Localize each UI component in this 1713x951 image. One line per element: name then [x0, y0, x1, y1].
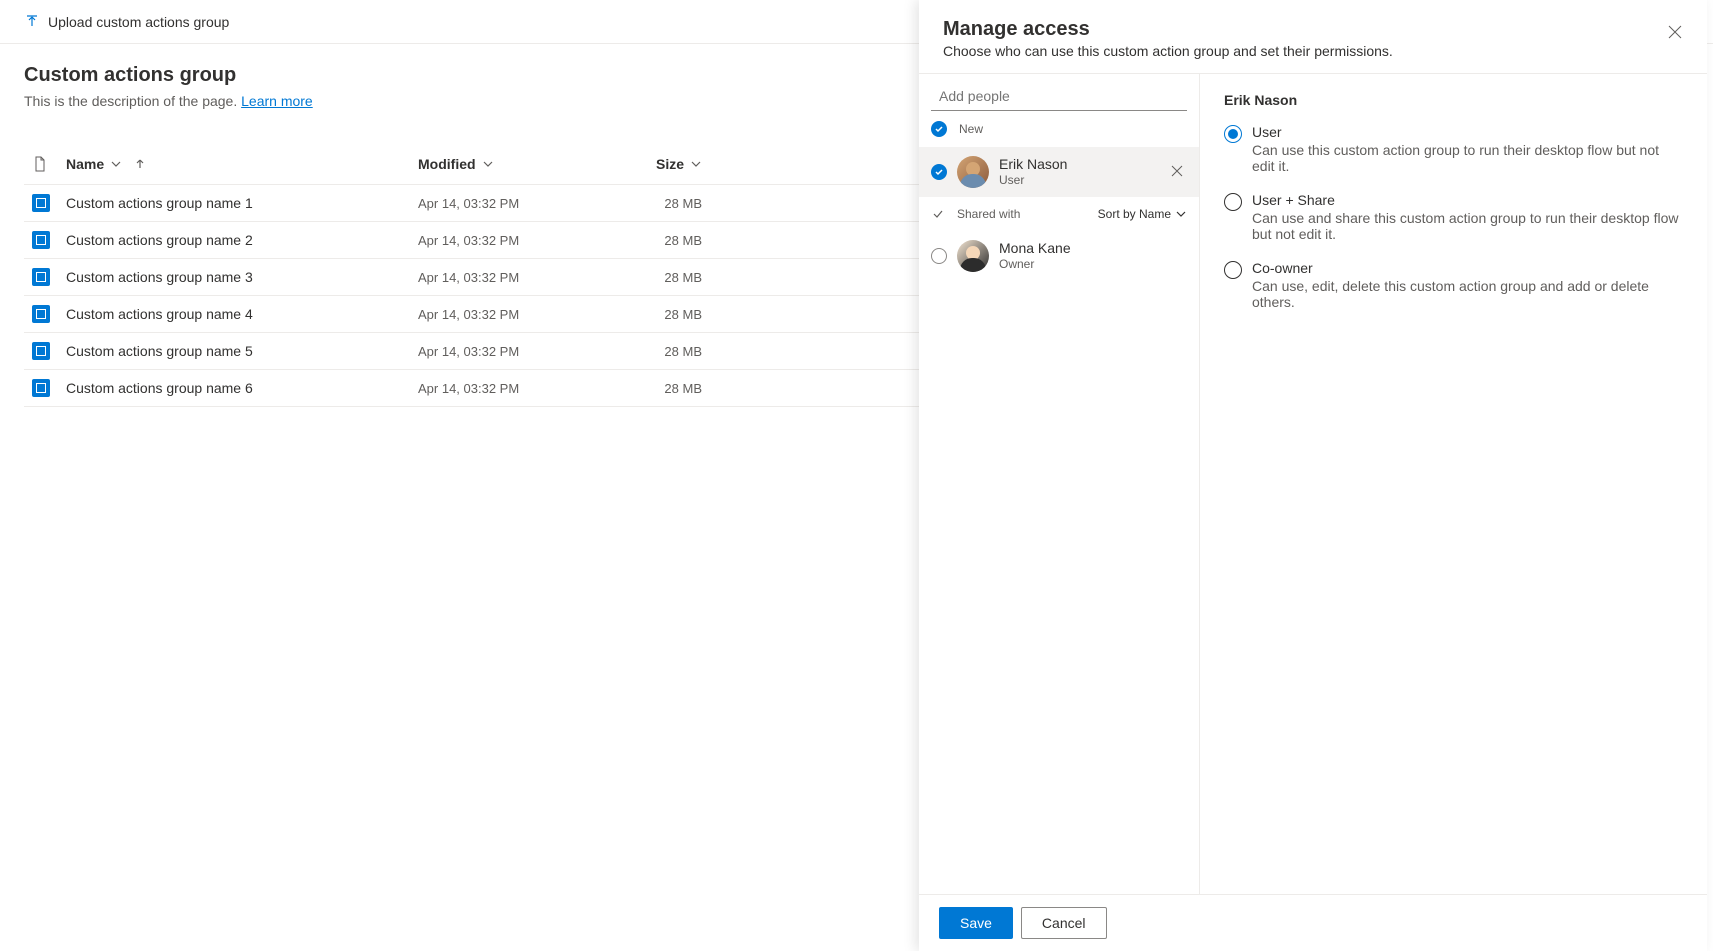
person-role: Owner: [999, 257, 1187, 273]
new-people-list: Erik NasonUser: [919, 147, 1199, 197]
page-description-text: This is the description of the page.: [24, 93, 241, 109]
permission-label: User + Share: [1252, 192, 1683, 208]
panel-subtitle: Choose who can use this custom action gr…: [943, 43, 1683, 59]
row-size: 28 MB: [622, 381, 702, 396]
row-modified: Apr 14, 03:32 PM: [418, 233, 622, 248]
row-icon-cell: [24, 268, 66, 286]
sort-by-button[interactable]: Sort by Name: [1098, 207, 1187, 221]
row-name: Custom actions group name 4: [66, 306, 418, 322]
row-size: 28 MB: [622, 307, 702, 322]
row-icon-cell: [24, 194, 66, 212]
people-column: New Erik NasonUser Shared with Sort by N…: [919, 74, 1200, 894]
close-icon: [1171, 165, 1183, 177]
person-name: Erik Nason: [999, 155, 1157, 173]
row-icon-cell: [24, 305, 66, 323]
row-icon-cell: [24, 231, 66, 249]
panel-body: New Erik NasonUser Shared with Sort by N…: [919, 74, 1707, 894]
upload-label: Upload custom actions group: [48, 14, 229, 30]
avatar: [957, 156, 989, 188]
column-modified[interactable]: Modified: [418, 156, 622, 172]
radio-icon[interactable]: [1224, 193, 1242, 211]
permission-description: Can use this custom action group to run …: [1252, 142, 1683, 174]
chevron-down-icon: [690, 158, 702, 170]
row-name: Custom actions group name 5: [66, 343, 418, 359]
row-size: 28 MB: [622, 196, 702, 211]
upload-custom-actions-button[interactable]: Upload custom actions group: [24, 14, 229, 30]
permission-description: Can use and share this custom action gro…: [1252, 210, 1683, 242]
permission-options: User Can use this custom action group to …: [1224, 124, 1683, 310]
add-people-input[interactable]: [931, 82, 1187, 111]
row-name: Custom actions group name 3: [66, 269, 418, 285]
person-name: Mona Kane: [999, 239, 1187, 257]
selected-person-name: Erik Nason: [1224, 92, 1683, 108]
shared-people-list: Mona KaneOwner: [919, 231, 1199, 281]
radio-icon[interactable]: [1224, 261, 1242, 279]
row-size: 28 MB: [622, 233, 702, 248]
remove-person-button[interactable]: [1167, 164, 1187, 180]
checkmark-icon: [931, 121, 947, 137]
cancel-button[interactable]: Cancel: [1021, 907, 1107, 939]
actions-group-icon: [32, 268, 50, 286]
row-modified: Apr 14, 03:32 PM: [418, 344, 622, 359]
actions-group-icon: [32, 379, 50, 397]
row-modified: Apr 14, 03:32 PM: [418, 307, 622, 322]
permission-option[interactable]: User + Share Can use and share this custo…: [1224, 192, 1683, 242]
permissions-column: Erik Nason User Can use this custom actio…: [1200, 74, 1707, 894]
new-label: New: [959, 122, 983, 136]
close-icon: [1668, 25, 1682, 39]
actions-group-icon: [32, 231, 50, 249]
person-info: Erik NasonUser: [999, 155, 1157, 189]
person-role: User: [999, 173, 1157, 189]
permission-label: Co-owner: [1252, 260, 1683, 276]
save-button[interactable]: Save: [939, 907, 1013, 939]
permission-option[interactable]: Co-owner Can use, edit, delete this custo…: [1224, 260, 1683, 310]
permission-text: Co-owner Can use, edit, delete this custo…: [1252, 260, 1683, 310]
file-icon: [32, 156, 48, 172]
panel-header: Manage access Choose who can use this cu…: [919, 0, 1707, 74]
close-button[interactable]: [1663, 20, 1687, 44]
row-modified: Apr 14, 03:32 PM: [418, 381, 622, 396]
radio-icon[interactable]: [931, 248, 947, 264]
radio-icon[interactable]: [1224, 125, 1242, 143]
row-size: 28 MB: [622, 344, 702, 359]
chevron-down-icon: [482, 158, 494, 170]
new-section[interactable]: New: [919, 111, 1199, 147]
actions-group-icon: [32, 305, 50, 323]
permission-description: Can use, edit, delete this custom action…: [1252, 278, 1683, 310]
permission-label: User: [1252, 124, 1683, 140]
person-info: Mona KaneOwner: [999, 239, 1187, 273]
shared-with-label: Shared with: [957, 207, 1020, 221]
avatar: [957, 240, 989, 272]
manage-access-panel: Manage access Choose who can use this cu…: [919, 0, 1707, 951]
row-name: Custom actions group name 6: [66, 380, 418, 396]
row-modified: Apr 14, 03:32 PM: [418, 270, 622, 285]
person-row[interactable]: Mona KaneOwner: [919, 231, 1199, 281]
panel-title: Manage access: [943, 18, 1683, 41]
row-name: Custom actions group name 2: [66, 232, 418, 248]
row-modified: Apr 14, 03:32 PM: [418, 196, 622, 211]
row-name: Custom actions group name 1: [66, 195, 418, 211]
permission-text: User Can use this custom action group to …: [1252, 124, 1683, 174]
panel-footer: Save Cancel: [919, 894, 1707, 951]
actions-group-icon: [32, 342, 50, 360]
person-row[interactable]: Erik NasonUser: [919, 147, 1199, 197]
column-icon[interactable]: [24, 156, 66, 172]
actions-group-icon: [32, 194, 50, 212]
sort-ascending-icon: [134, 158, 146, 170]
row-icon-cell: [24, 379, 66, 397]
checkmark-icon: [931, 207, 945, 221]
shared-with-section: Shared with Sort by Name: [919, 197, 1199, 231]
row-icon-cell: [24, 342, 66, 360]
checkmark-icon: [931, 164, 947, 180]
column-size[interactable]: Size: [622, 156, 702, 172]
row-size: 28 MB: [622, 270, 702, 285]
permission-option[interactable]: User Can use this custom action group to …: [1224, 124, 1683, 174]
upload-icon: [24, 14, 40, 30]
chevron-down-icon: [1175, 208, 1187, 220]
permission-text: User + Share Can use and share this custo…: [1252, 192, 1683, 242]
chevron-down-icon: [110, 158, 122, 170]
column-name[interactable]: Name: [66, 156, 418, 172]
learn-more-link[interactable]: Learn more: [241, 93, 313, 109]
